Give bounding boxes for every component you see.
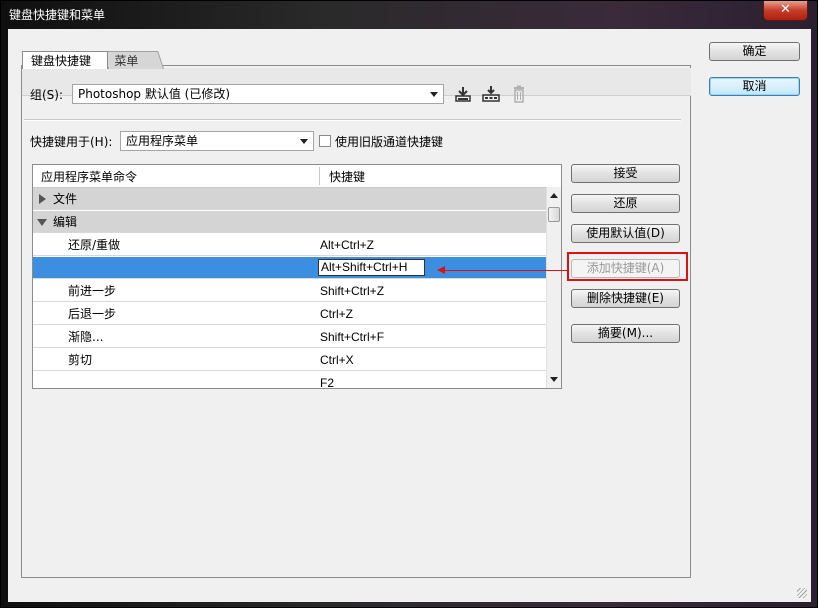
annotation-arrow-head <box>437 266 445 274</box>
table-row-selected[interactable]: Alt+Shift+Ctrl+H <box>33 257 546 279</box>
column-header-command[interactable]: 应用程序菜单命令 <box>41 168 137 185</box>
shortcuts-for-dropdown[interactable]: 应用程序菜单 <box>120 131 314 151</box>
use-default-button[interactable]: 使用默认值(D) <box>571 224 680 243</box>
legacy-channel-checkbox[interactable] <box>319 135 331 147</box>
accept-button[interactable]: 接受 <box>571 164 680 183</box>
delete-set-icon[interactable] <box>509 84 529 104</box>
row-command: 还原/重做 <box>68 238 121 252</box>
vertical-scrollbar[interactable] <box>546 187 561 388</box>
scroll-down-icon[interactable] <box>550 377 558 382</box>
dialog-window: 键盘快捷键和菜单 ✕ 键盘快捷键 菜单 组(S): Photoshop 默认值 … <box>0 0 818 608</box>
annotation-highlight-box <box>567 252 688 281</box>
chevron-down-icon <box>300 139 308 144</box>
row-shortcut: Alt+Ctrl+Z <box>320 238 375 252</box>
dialog-body: 键盘快捷键 菜单 组(S): Photoshop 默认值 (已修改) 快捷键用于… <box>8 29 811 602</box>
row-command: 前进一步 <box>68 284 117 298</box>
set-dropdown[interactable]: Photoshop 默认值 (已修改) <box>72 84 444 104</box>
delete-shortcut-button[interactable]: 删除快捷键(E) <box>571 289 680 308</box>
shortcuts-for-label: 快捷键用于(H): <box>30 135 113 149</box>
undo-button[interactable]: 还原 <box>571 194 680 213</box>
legacy-channel-label: 使用旧版通道快捷键 <box>335 135 444 149</box>
table-row[interactable]: 剪切 Ctrl+X <box>33 349 546 371</box>
table-row[interactable]: 渐隐... Shift+Ctrl+F <box>33 326 546 348</box>
ok-button[interactable]: 确定 <box>709 42 800 61</box>
row-command: 后退一步 <box>68 307 117 321</box>
table-row[interactable]: 后退一步 Ctrl+Z <box>33 303 546 325</box>
table-row[interactable]: 还原/重做 Alt+Ctrl+Z <box>33 234 546 256</box>
table-header: 应用程序菜单命令 快捷键 <box>33 165 561 188</box>
row-shortcut: Ctrl+X <box>320 353 354 367</box>
row-command: 编辑 <box>53 215 78 229</box>
shortcut-edit-field[interactable]: Alt+Shift+Ctrl+H <box>318 259 425 276</box>
tab-keyboard-shortcuts[interactable]: 键盘快捷键 <box>22 51 108 69</box>
table-row[interactable]: F2 <box>33 372 546 389</box>
shortcuts-for-value: 应用程序菜单 <box>126 134 199 148</box>
scroll-thumb[interactable] <box>548 207 560 222</box>
set-label: 组(S): <box>30 88 64 102</box>
shortcut-table: 应用程序菜单命令 快捷键 文件 编辑 还原/重做 Alt+Ctrl+Z Alt+… <box>32 164 562 389</box>
save-set-as-icon[interactable] <box>481 84 501 104</box>
chevron-down-icon <box>430 92 438 97</box>
tab-menus[interactable]: 菜单 <box>102 51 164 69</box>
row-shortcut: F2 <box>320 376 335 389</box>
column-divider[interactable] <box>319 167 320 185</box>
table-row-file[interactable]: 文件 <box>33 188 546 210</box>
table-row-edit[interactable]: 编辑 <box>33 211 546 233</box>
table-row[interactable]: 前进一步 Shift+Ctrl+Z <box>33 280 546 302</box>
column-header-shortcut[interactable]: 快捷键 <box>329 168 365 185</box>
close-button[interactable]: ✕ <box>763 1 808 21</box>
row-shortcut: Shift+Ctrl+Z <box>320 284 385 298</box>
divider <box>24 119 681 121</box>
save-set-icon[interactable] <box>453 84 473 104</box>
tab-menus-label: 菜单 <box>114 54 139 68</box>
window-title: 键盘快捷键和菜单 <box>9 8 106 22</box>
row-shortcut: Shift+Ctrl+F <box>320 330 385 344</box>
set-dropdown-value: Photoshop 默认值 (已修改) <box>78 87 231 101</box>
annotation-arrow-line <box>443 270 567 271</box>
row-shortcut: Ctrl+Z <box>320 307 353 321</box>
row-command: 渐隐... <box>68 330 104 344</box>
row-command: 文件 <box>53 192 78 206</box>
resize-grip[interactable] <box>797 588 807 598</box>
collapse-triangle-icon[interactable] <box>37 219 47 226</box>
summarize-button[interactable]: 摘要(M)... <box>571 324 680 343</box>
scroll-up-icon[interactable] <box>550 193 558 198</box>
cancel-button[interactable]: 取消 <box>709 77 800 96</box>
row-command: 剪切 <box>68 353 93 367</box>
expand-triangle-icon[interactable] <box>39 194 46 204</box>
